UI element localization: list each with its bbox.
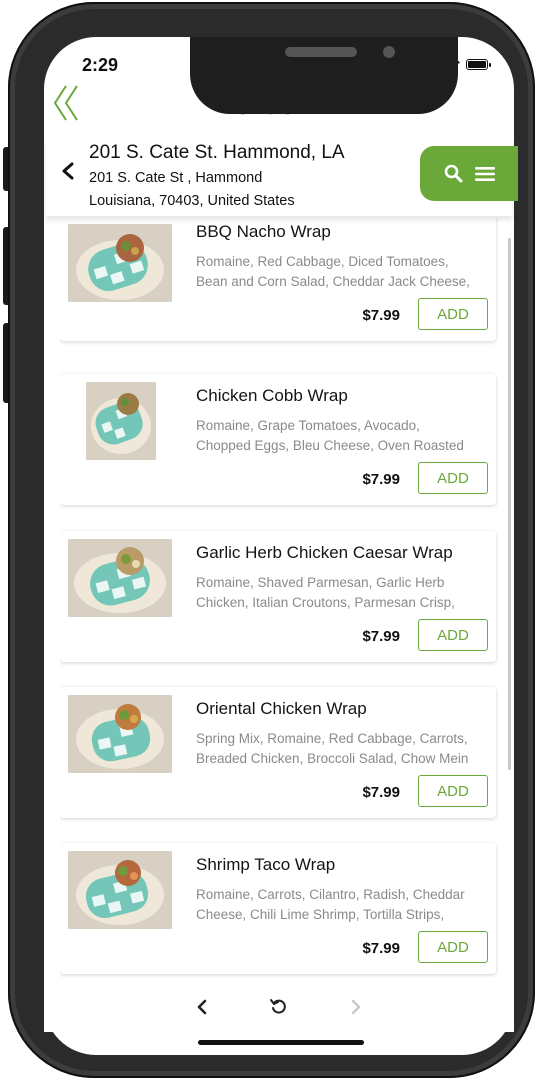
add-button[interactable]: ADD — [418, 775, 488, 807]
add-button[interactable]: ADD — [418, 619, 488, 651]
search-menu-toolbar[interactable] — [420, 146, 518, 201]
item-price: $7.99 — [362, 307, 400, 324]
item-price: $7.99 — [362, 784, 400, 801]
item-description-line: Bean and Corn Salad, Cheddar Jack Cheese… — [196, 274, 470, 289]
item-description-line: Romaine, Carrots, Cilantro, Radish, Ched… — [196, 887, 465, 902]
nav-forward-button[interactable] — [341, 992, 371, 1022]
bottom-nav — [44, 984, 514, 1032]
wrap-photo — [68, 224, 172, 302]
item-description-line: Romaine, Grape Tomatoes, Avocado, — [196, 418, 420, 433]
menu-item-list[interactable]: BBQ Nacho Wrap Romaine, Red Cabbage, Dic… — [60, 218, 498, 978]
wrap-photo — [68, 851, 172, 929]
item-description-line: Romaine, Red Cabbage, Diced Tomatoes, — [196, 254, 449, 269]
menu-item-card: Garlic Herb Chicken Caesar Wrap Romaine,… — [60, 531, 496, 662]
item-price: $7.99 — [362, 628, 400, 645]
item-description-line: Romaine, Shaved Parmesan, Garlic Herb — [196, 575, 445, 590]
add-button[interactable]: ADD — [418, 931, 488, 963]
location-title: 201 S. Cate St. Hammond, LA — [89, 142, 345, 163]
chevron-left-icon[interactable] — [61, 162, 75, 180]
nav-reload-button[interactable] — [264, 992, 294, 1022]
wrap-photo — [68, 695, 172, 773]
back-icon — [197, 999, 207, 1015]
menu-item-card: BBQ Nacho Wrap Romaine, Red Cabbage, Dic… — [60, 218, 496, 341]
speaker — [285, 47, 357, 57]
battery-icon — [466, 58, 491, 70]
scrollbar[interactable] — [508, 238, 511, 770]
home-indicator — [198, 1040, 364, 1045]
location-region: Louisiana, 70403, United States — [89, 193, 295, 209]
item-name: Oriental Chicken Wrap — [196, 699, 367, 718]
reload-icon — [270, 999, 286, 1014]
item-description-line: Cheese, Chili Lime Shrimp, Tortilla Stri… — [196, 907, 445, 922]
item-name: Garlic Herb Chicken Caesar Wrap — [196, 543, 453, 562]
menu-item-card: Chicken Cobb Wrap Romaine, Grape Tomatoe… — [60, 374, 496, 505]
menu-item-card: Oriental Chicken Wrap Spring Mix, Romain… — [60, 687, 496, 818]
menu-item-card: Shrimp Taco Wrap Romaine, Carrots, Cilan… — [60, 843, 496, 974]
wrap-photo — [68, 539, 172, 617]
search-icon[interactable] — [444, 164, 463, 183]
item-description: Romaine, Grape Tomatoes, Avocado, Choppe… — [196, 416, 492, 456]
location-street: 201 S. Cate St , Hammond — [89, 170, 263, 186]
item-description: Romaine, Shaved Parmesan, Garlic Herb Ch… — [196, 573, 492, 613]
item-description-line: Spring Mix, Romaine, Red Cabbage, Carrot… — [196, 731, 468, 746]
item-description: Romaine, Red Cabbage, Diced Tomatoes, Be… — [196, 252, 492, 292]
camera — [383, 46, 395, 58]
wrap-photo — [86, 382, 156, 460]
add-button[interactable]: ADD — [418, 298, 488, 330]
item-description-line: Chicken, Italian Croutons, Parmesan Cris… — [196, 595, 455, 610]
item-name: Chicken Cobb Wrap — [196, 386, 348, 405]
item-price: $7.99 — [362, 940, 400, 957]
nav-back-button[interactable] — [187, 992, 217, 1022]
item-description: Romaine, Carrots, Cilantro, Radish, Ched… — [196, 885, 492, 925]
menu-icon[interactable] — [475, 166, 495, 182]
item-description-line: Chopped Eggs, Bleu Cheese, Oven Roasted — [196, 438, 464, 453]
add-button[interactable]: ADD — [418, 462, 488, 494]
item-name: BBQ Nacho Wrap — [196, 222, 331, 241]
item-description: Spring Mix, Romaine, Red Cabbage, Carrot… — [196, 729, 492, 769]
forward-icon — [351, 999, 361, 1015]
status-time: 2:29 — [82, 55, 119, 75]
item-price: $7.99 — [362, 471, 400, 488]
item-description-line: Breaded Chicken, Broccoli Salad, Chow Me… — [196, 751, 469, 766]
item-name: Shrimp Taco Wrap — [196, 855, 336, 874]
notch — [190, 37, 458, 114]
